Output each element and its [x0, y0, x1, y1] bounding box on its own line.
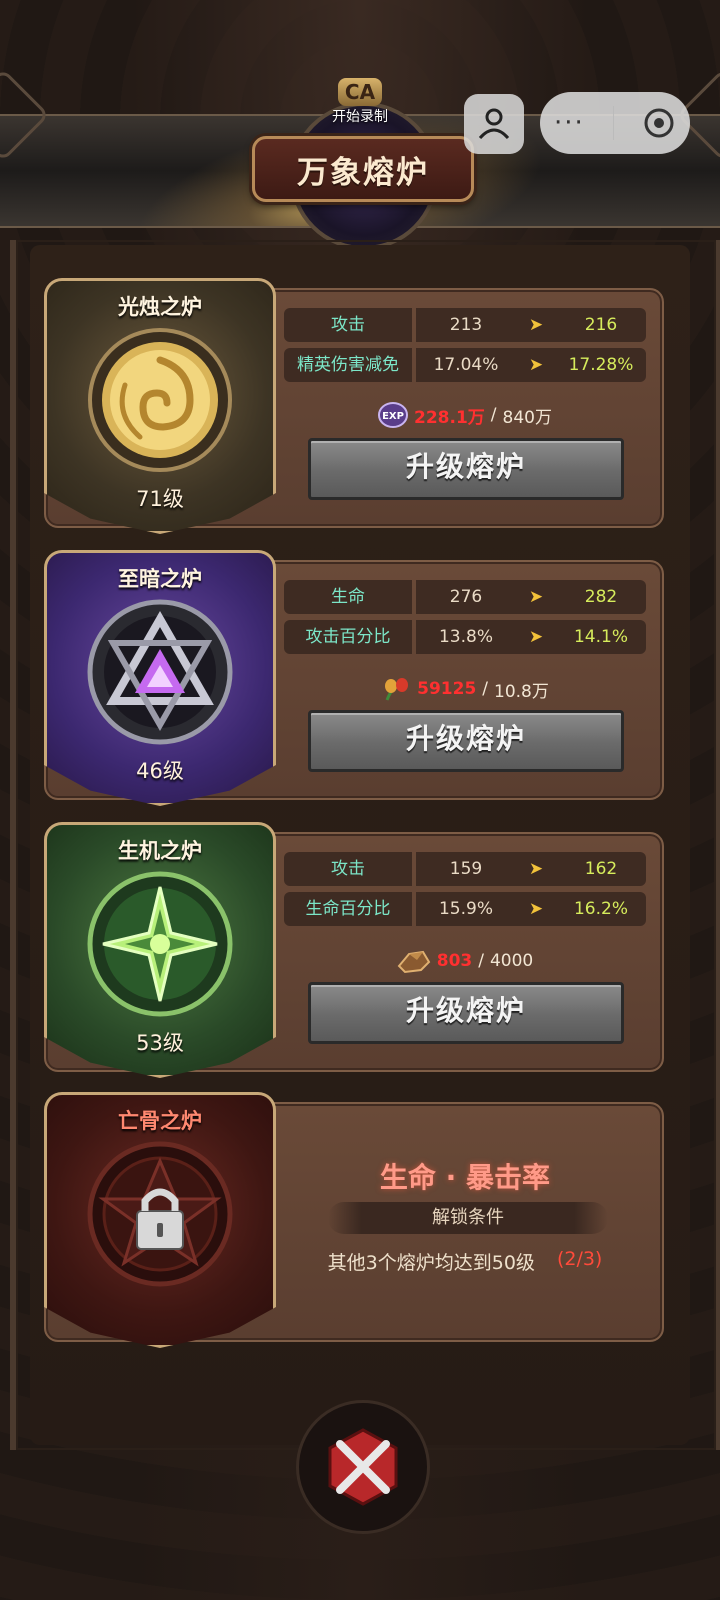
title-plate: 万象熔炉	[252, 136, 474, 202]
furnace-emblem[interactable]: 亡骨之炉	[44, 1092, 276, 1348]
dark-star-icon	[87, 599, 233, 745]
cost-need: 4000	[489, 951, 534, 971]
stat-row: 精英伤害减免 17.04% ➤ 17.28%	[284, 348, 646, 382]
stat-values: 13.8% ➤ 14.1%	[416, 620, 646, 654]
mini-program-capsule: ···	[540, 92, 690, 154]
stat-current: 213	[449, 315, 483, 335]
cost-have: 228.1万	[414, 407, 485, 428]
stat-values: 213 ➤ 216	[416, 308, 646, 342]
stat-name: 生命	[284, 580, 412, 614]
upgrade-cost: EXP 228.1万 / 840万	[284, 400, 646, 430]
arrow-right-icon: ➤	[528, 315, 544, 335]
stat-current: 159	[449, 859, 483, 879]
sun-swirl-icon	[88, 328, 232, 472]
stat-name: 攻击	[284, 308, 412, 342]
upgrade-cost: 803 / 4000	[284, 946, 646, 976]
furnace-card-bone-locked: 亡骨之炉 生命 · 暴击率 解锁条件 其他3个熔炉均达到50级 (2/3)	[44, 1092, 664, 1348]
arrow-right-icon: ➤	[528, 859, 544, 879]
profile-button[interactable]	[464, 94, 524, 154]
furnace-card-life: 生机之炉 53级 攻击 159 ➤ 162 生命百分比 15.9% ➤ 16.2…	[44, 822, 664, 1078]
record-icon: CA	[338, 78, 382, 106]
stat-name: 攻击	[284, 852, 412, 886]
furnace-emblem[interactable]: 光烛之炉 71级	[44, 278, 276, 534]
cost-separator: /	[490, 405, 497, 425]
stat-next: 14.1%	[573, 627, 628, 647]
profile-icon	[478, 108, 510, 140]
capsule-divider	[612, 106, 614, 140]
stat-current: 15.9%	[438, 899, 493, 919]
furnace-name: 生机之炉	[118, 839, 202, 863]
arrow-right-icon: ➤	[528, 899, 544, 919]
leaf-star-icon	[87, 871, 233, 1017]
unlock-progress: (2/3)	[556, 1248, 603, 1270]
furnace-card-light: 光烛之炉 71级 攻击 213 ➤ 216 精英伤害减免 17.04% ➤ 17…	[44, 278, 664, 534]
upgrade-furnace-button[interactable]: 升级熔炉	[308, 982, 624, 1044]
furnace-name: 至暗之炉	[118, 567, 202, 591]
exp-icon: EXP	[378, 402, 409, 428]
stat-next: 162	[584, 859, 618, 879]
stat-next: 216	[584, 315, 618, 335]
stat-row: 生命 276 ➤ 282	[284, 580, 646, 614]
arrow-right-icon: ➤	[528, 587, 544, 607]
stat-values: 276 ➤ 282	[416, 580, 646, 614]
unlock-title: 解锁条件	[328, 1202, 608, 1234]
cost-separator: /	[478, 951, 484, 971]
page-title: 万象熔炉	[297, 154, 429, 191]
stat-name: 生命百分比	[284, 892, 412, 926]
stat-current: 276	[449, 587, 483, 607]
stat-name: 精英伤害减免	[284, 348, 412, 382]
furnace-level: 71级	[136, 487, 184, 511]
unlock-condition-row: 其他3个熔炉均达到50级 (2/3)	[284, 1248, 646, 1278]
stat-row: 攻击 159 ➤ 162	[284, 852, 646, 886]
ore-icon	[397, 950, 431, 974]
svg-text:EXP: EXP	[382, 411, 404, 422]
furnace-level: 53级	[136, 1031, 184, 1055]
stat-next: 17.28%	[568, 355, 634, 375]
unlock-condition: 其他3个熔炉均达到50级	[327, 1252, 535, 1274]
furnace-card-dark: 至暗之炉 46级 生命 276 ➤ 282 攻击百分比 13.8% ➤ 14.1…	[44, 550, 664, 806]
flower-icon	[385, 678, 409, 701]
crossed-swords-icon	[328, 1428, 398, 1506]
locked-attributes: 生命 · 暴击率	[379, 1161, 551, 1194]
upgrade-furnace-button[interactable]: 升级熔炉	[308, 438, 624, 500]
stat-values: 17.04% ➤ 17.28%	[416, 348, 646, 382]
cost-need: 10.8万	[494, 681, 549, 702]
arrow-right-icon: ➤	[528, 627, 544, 647]
stat-current: 13.8%	[438, 627, 493, 647]
stat-values: 15.9% ➤ 16.2%	[416, 892, 646, 926]
stat-row: 攻击百分比 13.8% ➤ 14.1%	[284, 620, 646, 654]
furnace-name: 光烛之炉	[118, 295, 202, 319]
header: 万象熔炉 CA 开始录制 ···	[0, 68, 720, 250]
locked-pentagram-icon	[87, 1141, 233, 1287]
stat-row: 生命百分比 15.9% ➤ 16.2%	[284, 892, 646, 926]
arrow-right-icon: ➤	[528, 355, 544, 375]
cost-have: 59125	[417, 679, 477, 699]
close-button[interactable]	[296, 1400, 430, 1534]
stat-row: 攻击 213 ➤ 216	[284, 308, 646, 342]
cost-separator: /	[482, 679, 489, 699]
furnace-emblem[interactable]: 生机之炉 53级	[44, 822, 276, 1078]
cost-need: 840万	[502, 407, 552, 428]
stat-next: 16.2%	[573, 899, 628, 919]
stat-current: 17.04%	[433, 355, 499, 375]
cost-have: 803	[436, 951, 473, 971]
furnace-name: 亡骨之炉	[118, 1109, 202, 1133]
upgrade-furnace-button[interactable]: 升级熔炉	[308, 710, 624, 772]
close-target-icon[interactable]	[642, 106, 676, 140]
more-button[interactable]: ···	[554, 110, 585, 136]
stat-name: 攻击百分比	[284, 620, 412, 654]
furnace-level: 46级	[136, 759, 184, 783]
stat-next: 282	[584, 587, 618, 607]
upgrade-cost: 59125 / 10.8万	[284, 674, 646, 704]
record-button[interactable]: CA 开始录制	[320, 78, 400, 134]
record-label: 开始录制	[332, 109, 388, 125]
furnace-emblem[interactable]: 至暗之炉 46级	[44, 550, 276, 806]
stat-values: 159 ➤ 162	[416, 852, 646, 886]
